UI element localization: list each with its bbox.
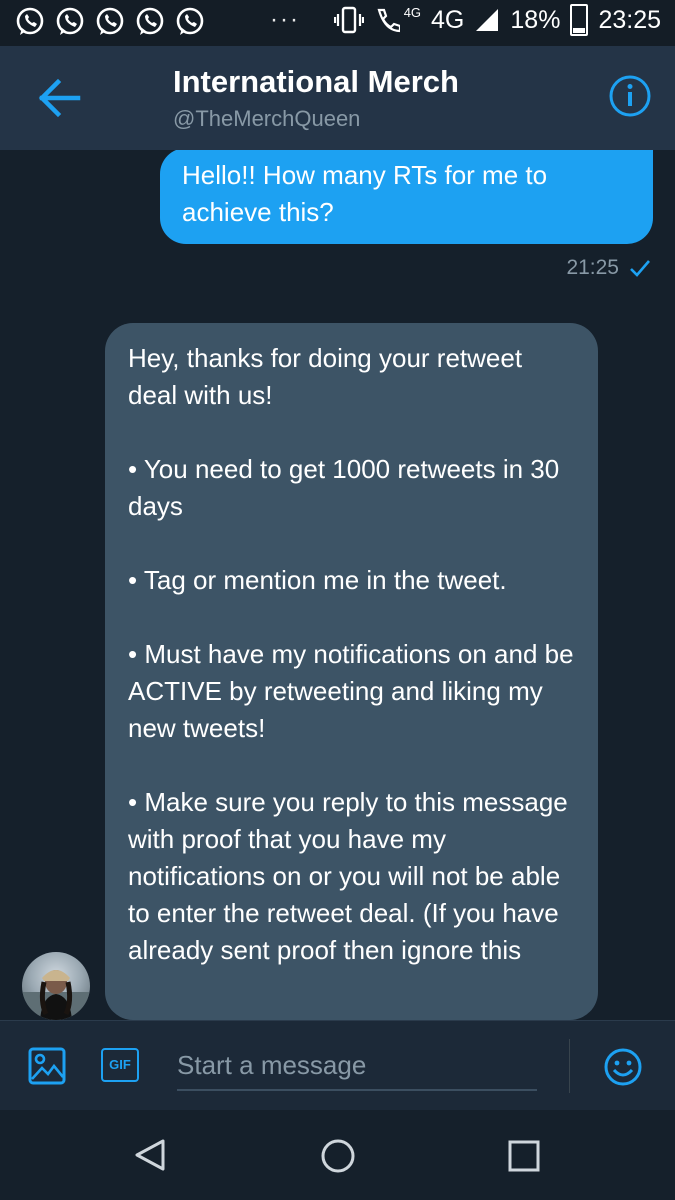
whatsapp-icon xyxy=(16,7,44,35)
conversation-handle: @TheMerchQueen xyxy=(173,106,361,131)
info-icon[interactable] xyxy=(608,74,652,118)
nav-home-icon[interactable] xyxy=(320,1138,356,1174)
message-composer: GIF xyxy=(0,1020,675,1111)
message-timestamp: 21:25 xyxy=(566,256,619,279)
whatsapp-icon xyxy=(56,7,84,35)
whatsapp-icon xyxy=(96,7,124,35)
wifi-call-icon xyxy=(377,8,400,33)
nav-back-icon[interactable] xyxy=(133,1137,169,1173)
nav-recent-apps-icon[interactable] xyxy=(508,1140,540,1172)
status-bar: ··· 4G 4G 18% 23:25 xyxy=(0,0,675,46)
message-input[interactable] xyxy=(177,1041,537,1091)
whatsapp-icon xyxy=(176,7,204,35)
avatar-photo xyxy=(22,970,90,1020)
battery-percent: 18% xyxy=(510,5,561,34)
conversation-header: International Merch @TheMerchQueen xyxy=(0,46,675,150)
outgoing-message-meta: 21:25 xyxy=(566,256,651,280)
gif-button[interactable]: GIF xyxy=(101,1048,139,1082)
more-notifications-indicator: ··· xyxy=(270,6,300,33)
clock: 23:25 xyxy=(598,5,661,34)
sent-check-icon xyxy=(630,260,650,277)
composer-divider xyxy=(569,1039,570,1093)
emoji-icon[interactable] xyxy=(603,1047,643,1087)
back-arrow-icon[interactable] xyxy=(36,74,84,122)
vibrate-icon xyxy=(333,6,364,34)
conversation-title: International Merch xyxy=(173,64,459,99)
notification-icons xyxy=(14,6,206,38)
system-status: 4G 4G 18% 23:25 xyxy=(333,4,661,36)
call-network-label: 4G xyxy=(403,4,422,20)
network-type: 4G xyxy=(431,5,465,34)
system-navigation-bar xyxy=(0,1110,675,1200)
whatsapp-icon xyxy=(136,7,164,35)
image-icon[interactable] xyxy=(28,1047,66,1085)
outgoing-message-bubble[interactable]: Hello!! How many RTs for me to achieve t… xyxy=(160,150,653,244)
sender-avatar[interactable] xyxy=(22,952,90,1020)
message-list[interactable]: Hello!! How many RTs for me to achieve t… xyxy=(0,150,675,1020)
incoming-message-bubble[interactable]: Hey, thanks for doing your retweet deal … xyxy=(105,323,598,1020)
signal-icon xyxy=(476,9,499,31)
battery-icon xyxy=(570,4,589,36)
